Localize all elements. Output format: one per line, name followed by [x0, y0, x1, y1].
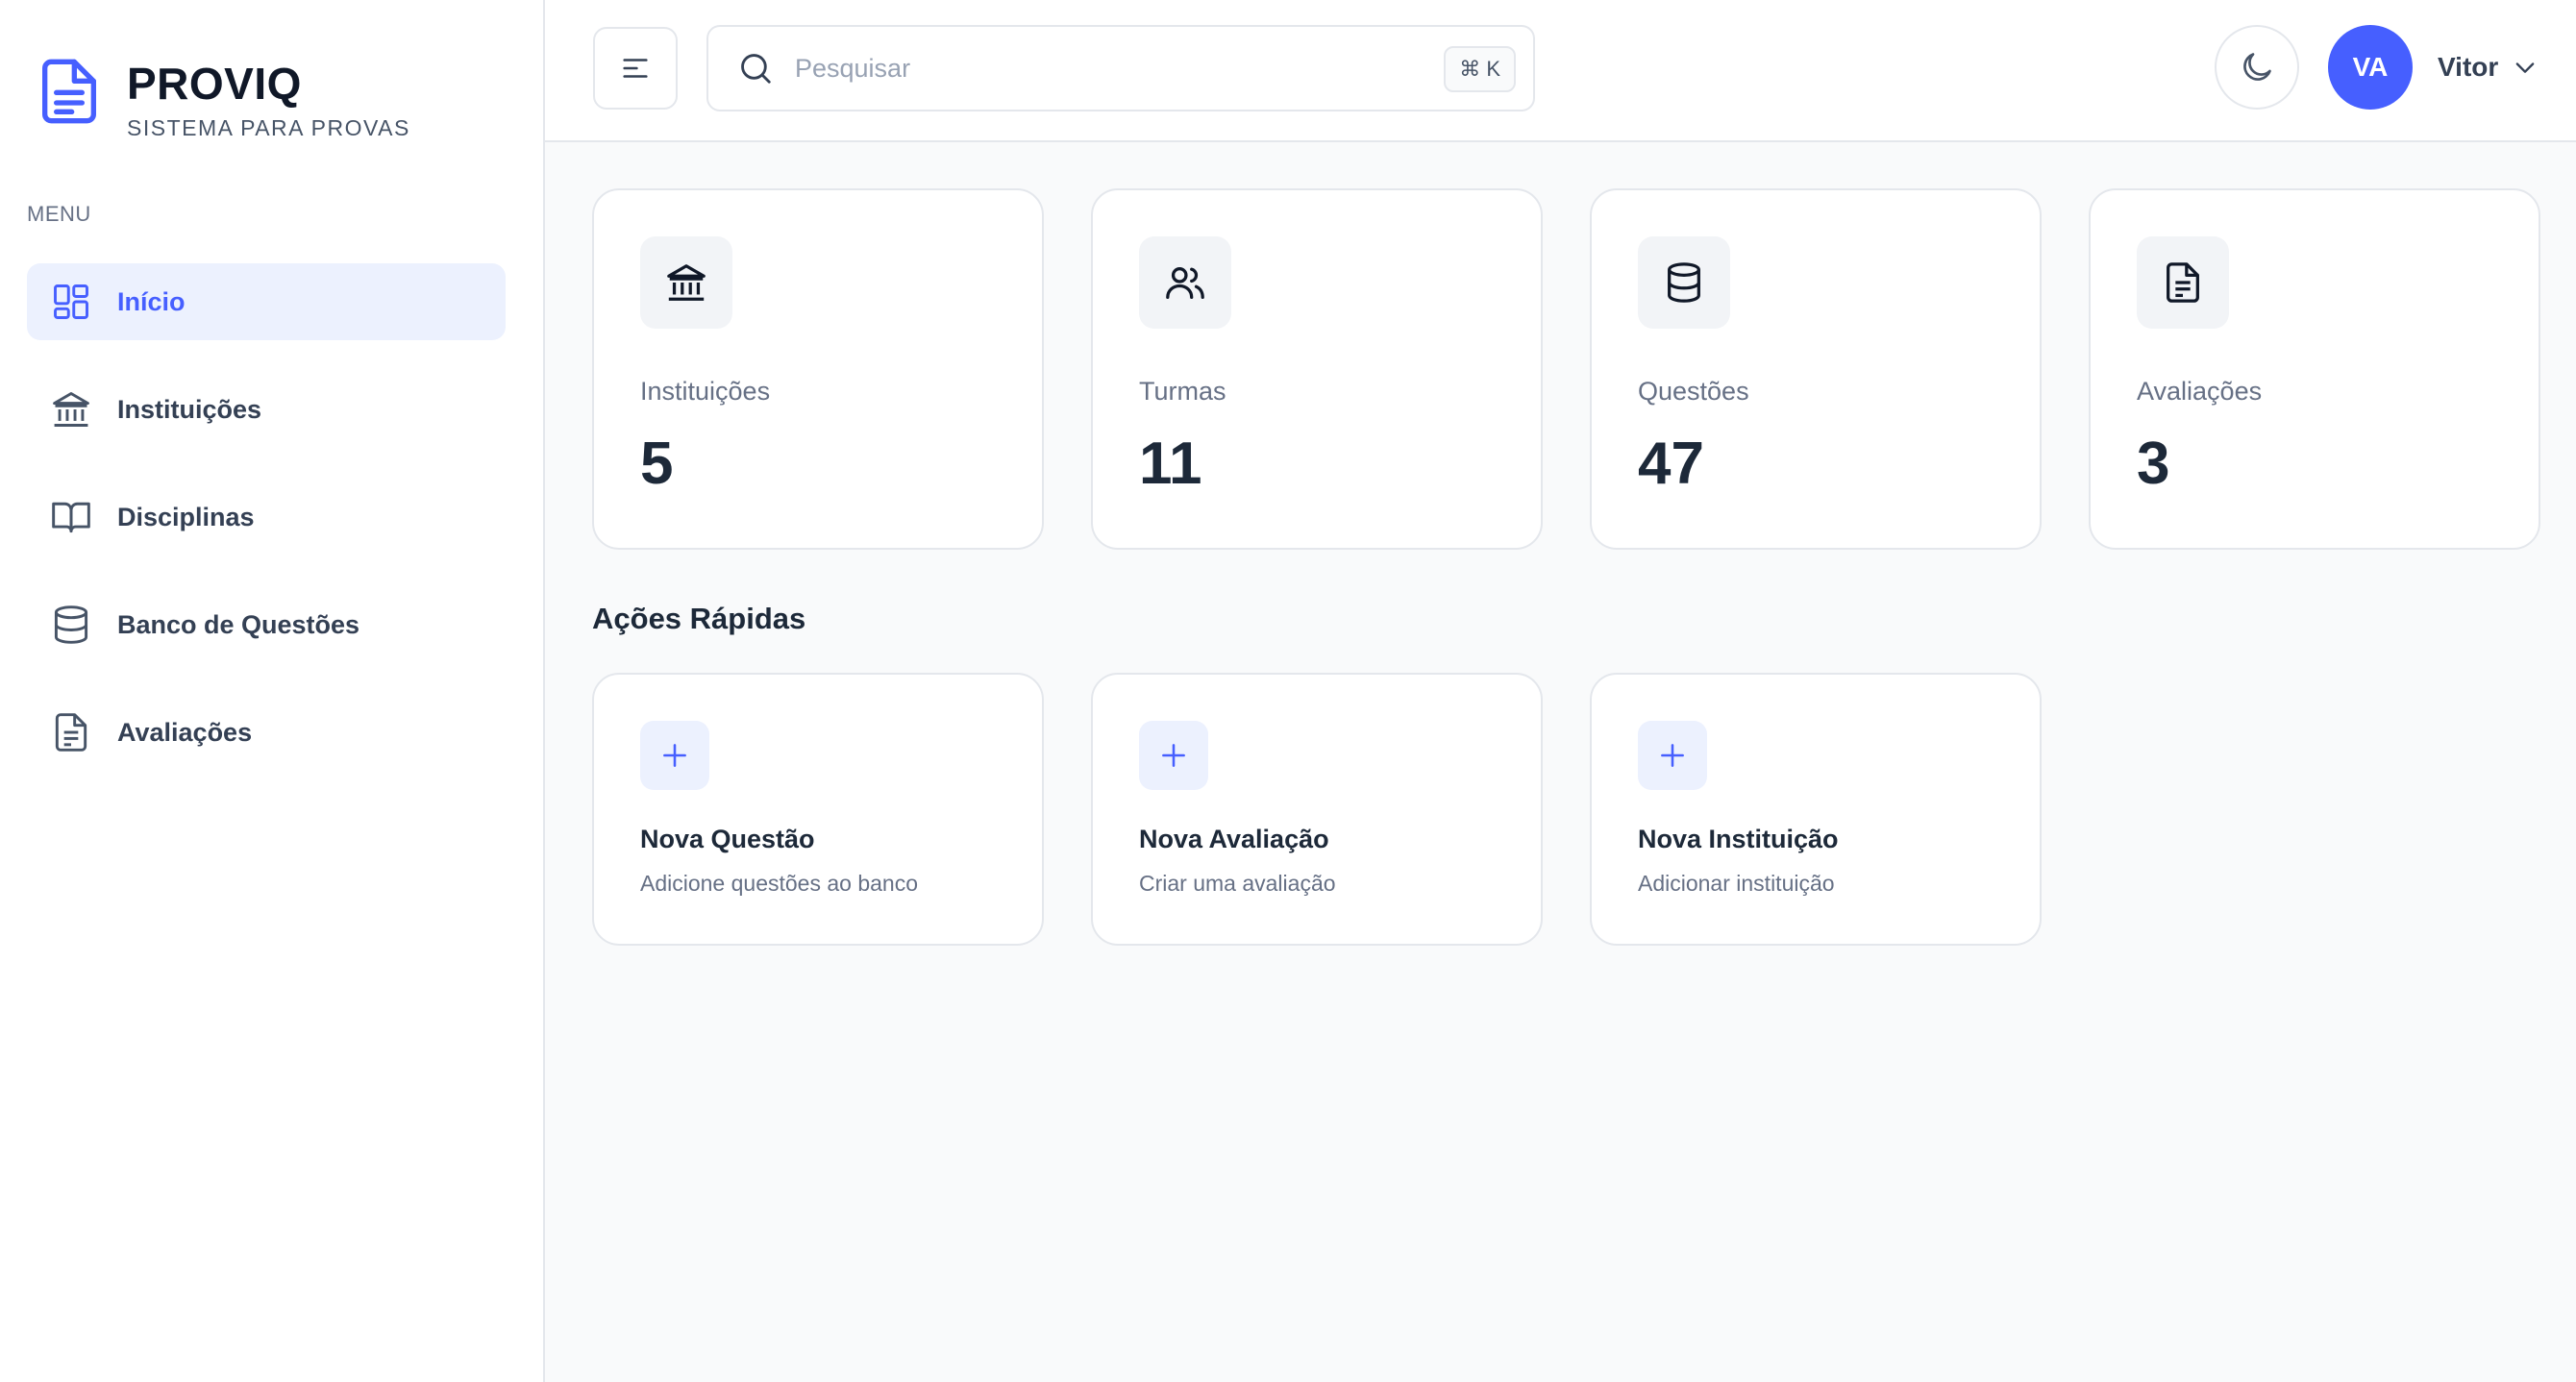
- user-menu[interactable]: VA Vitor: [2328, 25, 2539, 110]
- stat-label: Turmas: [1139, 377, 1226, 406]
- nova-questao-card[interactable]: Nova Questão Adicione questões ao banco: [592, 673, 1044, 946]
- document-icon: [50, 711, 92, 753]
- sidebar-item-label: Início: [117, 286, 186, 316]
- stat-label: Questões: [1638, 377, 1749, 406]
- search-shortcut-badge: ⌘ K: [1444, 46, 1516, 92]
- menu-toggle-button[interactable]: [593, 27, 678, 110]
- theme-toggle-button[interactable]: [2215, 25, 2299, 110]
- sidebar-item-avaliacoes[interactable]: Avaliações: [27, 694, 506, 771]
- action-description: Criar uma avaliação: [1139, 871, 1336, 896]
- sidebar-item-banco-questoes[interactable]: Banco de Questões: [27, 586, 506, 663]
- search-icon: [741, 54, 771, 84]
- stat-value: 5: [640, 431, 674, 497]
- sidebar-item-label: Instituições: [117, 394, 262, 424]
- stat-card-questoes: Questões 47: [1590, 188, 2042, 550]
- bank-icon: [640, 236, 732, 329]
- menu-section-label: MENU: [27, 202, 91, 226]
- sidebar: PROVIQ SISTEMA PARA PROVAS MENU Início I…: [0, 0, 545, 1382]
- sidebar-item-label: Disciplinas: [117, 502, 255, 531]
- sidebar-item-label: Avaliações: [117, 717, 253, 747]
- brand-subtitle: SISTEMA PARA PROVAS: [127, 115, 410, 140]
- search-input[interactable]: [795, 53, 1391, 84]
- stat-card-avaliacoes: Avaliações 3: [2089, 188, 2540, 550]
- document-logo-icon: [42, 59, 96, 124]
- menu-lines-icon: [623, 59, 648, 78]
- plus-icon: [640, 721, 709, 790]
- quick-actions-title: Ações Rápidas: [592, 602, 806, 635]
- chevron-down-icon: [2515, 62, 2535, 73]
- action-title: Nova Avaliação: [1139, 825, 1329, 853]
- nova-avaliacao-card[interactable]: Nova Avaliação Criar uma avaliação: [1091, 673, 1543, 946]
- sidebar-nav: Início Instituições Disciplinas Banco de…: [27, 263, 506, 802]
- stat-card-instituicoes: Instituições 5: [592, 188, 1044, 550]
- sidebar-item-disciplinas[interactable]: Disciplinas: [27, 479, 506, 555]
- brand-name: PROVIQ: [127, 59, 302, 109]
- brand[interactable]: PROVIQ SISTEMA PARA PROVAS: [38, 58, 410, 141]
- book-icon: [50, 496, 92, 538]
- action-description: Adicione questões ao banco: [640, 871, 918, 896]
- database-icon: [1638, 236, 1730, 329]
- sidebar-item-label: Banco de Questões: [117, 609, 360, 639]
- action-title: Nova Questão: [640, 825, 815, 853]
- avatar: VA: [2328, 25, 2413, 110]
- search-box[interactable]: ⌘ K: [706, 25, 1535, 111]
- database-icon: [50, 604, 92, 646]
- action-description: Adicionar instituição: [1638, 871, 1835, 896]
- stat-value: 47: [1638, 431, 1704, 497]
- stat-label: Avaliações: [2137, 377, 2263, 406]
- plus-icon: [1638, 721, 1707, 790]
- stat-value: 3: [2137, 431, 2170, 497]
- sidebar-item-inicio[interactable]: Início: [27, 263, 506, 340]
- plus-icon: [1139, 721, 1208, 790]
- grid-icon: [50, 281, 92, 323]
- user-name: Vitor: [2438, 52, 2499, 82]
- sidebar-item-instituicoes[interactable]: Instituições: [27, 371, 506, 448]
- moon-icon: [2243, 53, 2271, 81]
- stat-card-turmas: Turmas 11: [1091, 188, 1543, 550]
- stat-label: Instituições: [640, 377, 771, 406]
- nova-instituicao-card[interactable]: Nova Instituição Adicionar instituição: [1590, 673, 2042, 946]
- users-icon: [1139, 236, 1231, 329]
- action-title: Nova Instituição: [1638, 825, 1839, 853]
- stat-value: 11: [1139, 431, 1202, 497]
- bank-icon: [50, 388, 92, 431]
- top-header: ⌘ K VA Vitor: [545, 0, 2576, 142]
- document-icon: [2137, 236, 2229, 329]
